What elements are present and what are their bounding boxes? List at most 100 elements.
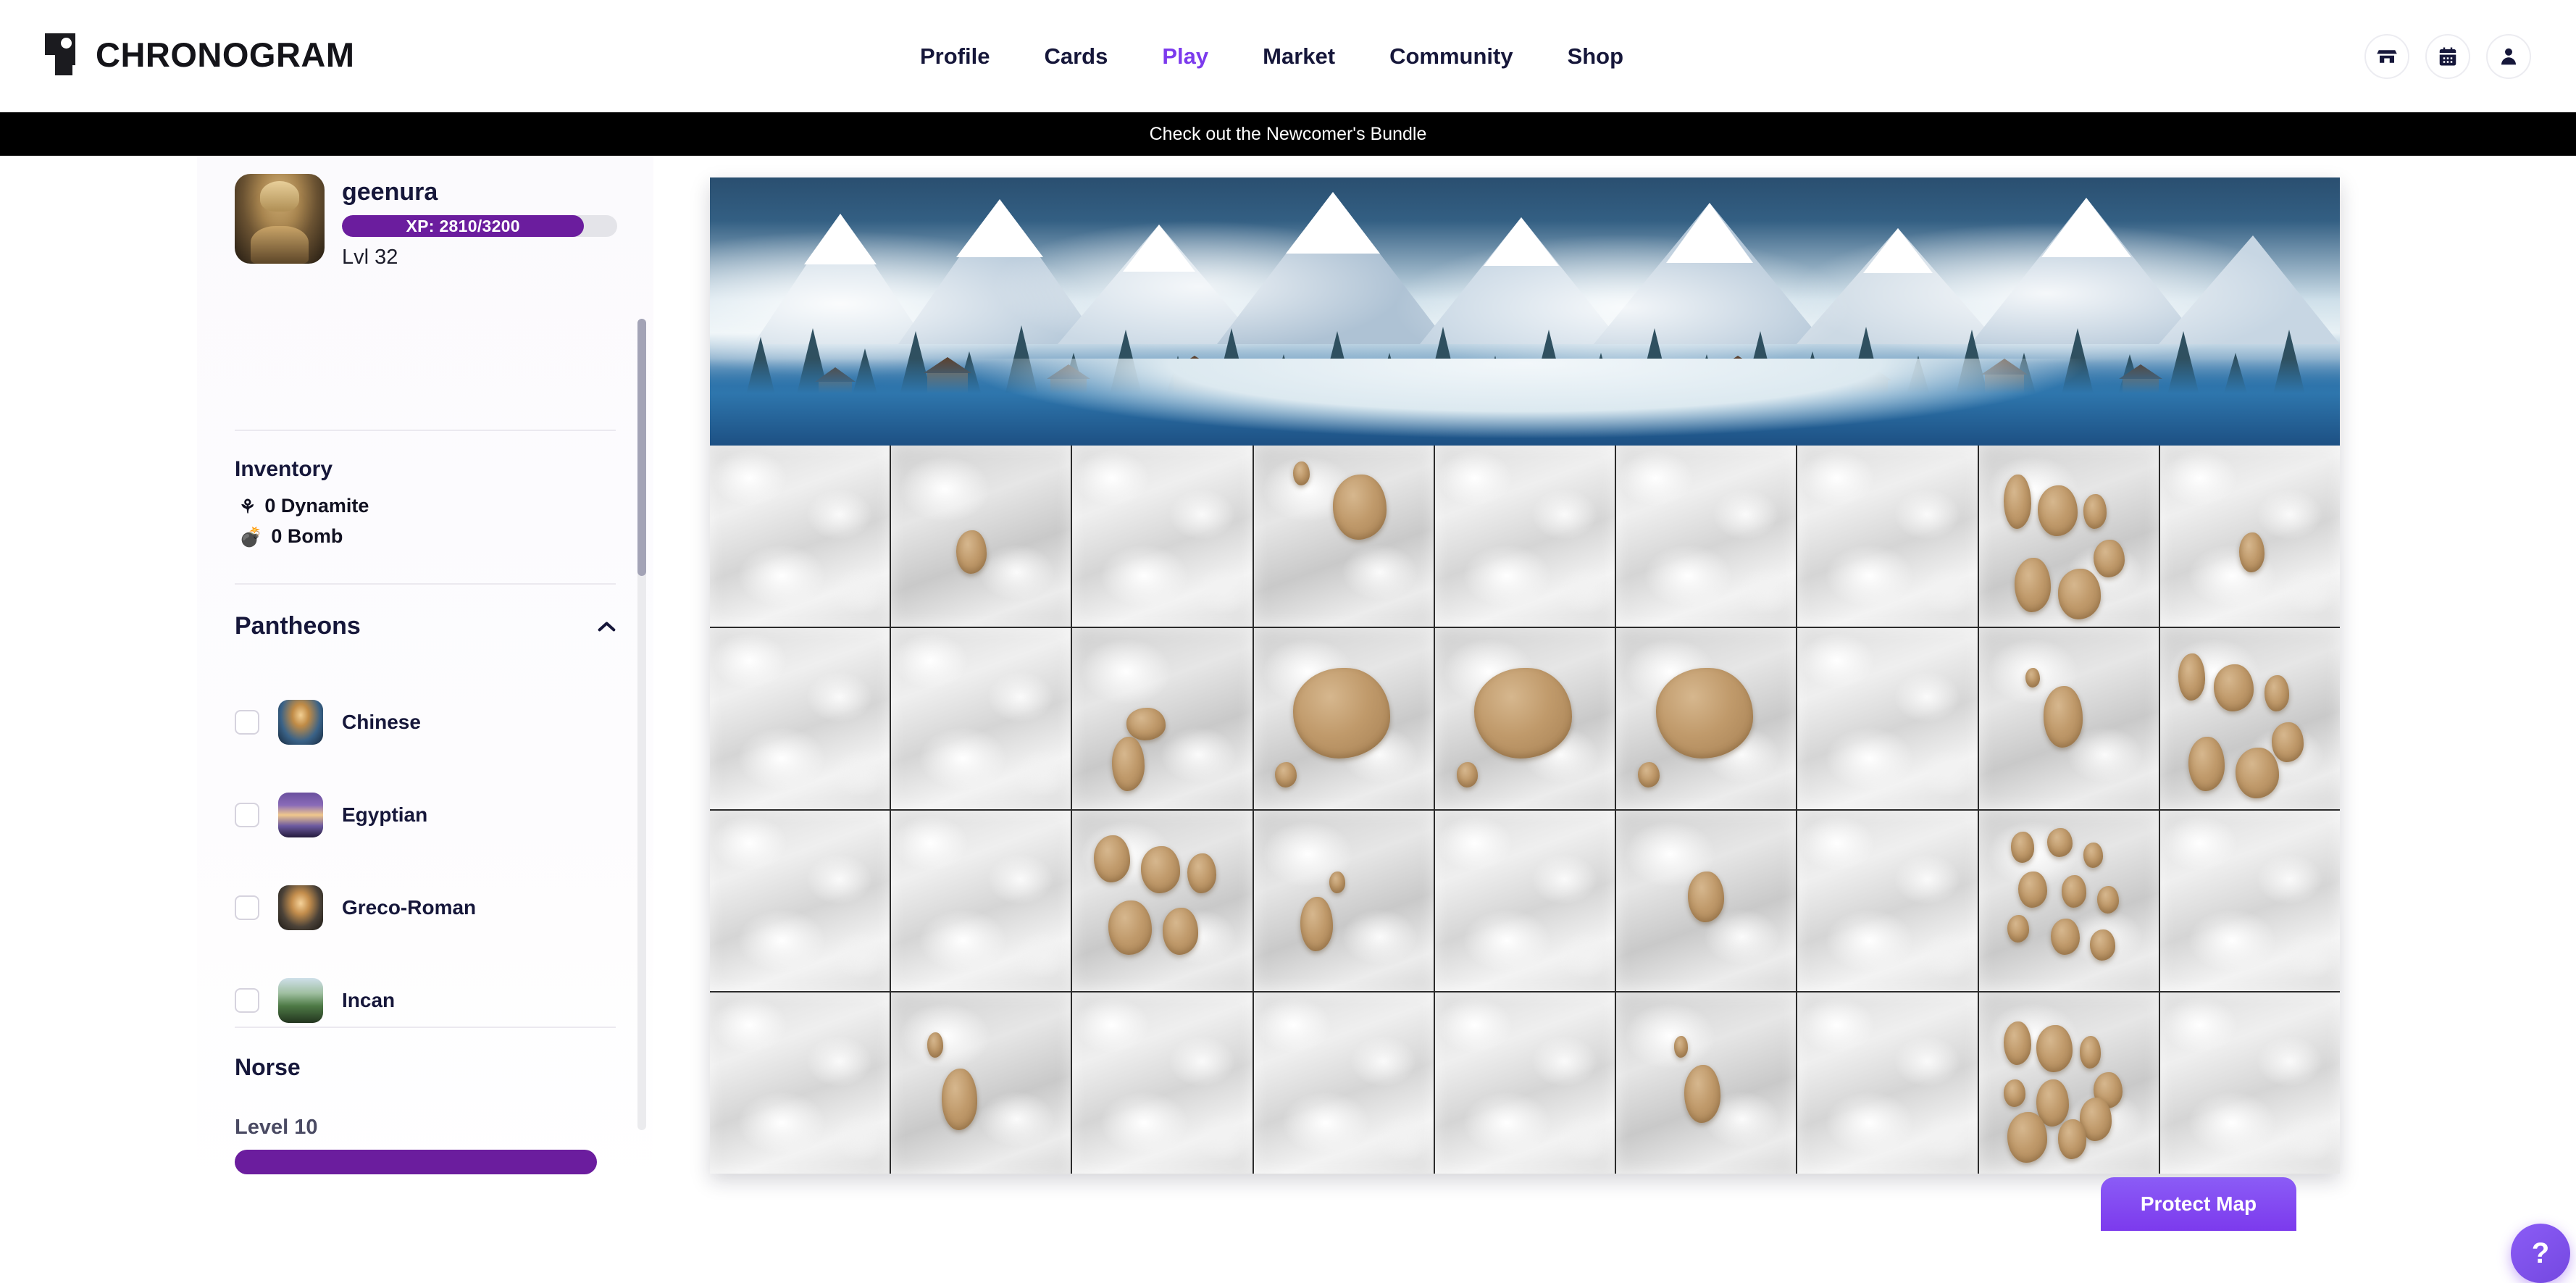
grid-cell-r1-c2[interactable] xyxy=(1072,627,1253,809)
pantheon-thumb-egyptian xyxy=(278,793,323,837)
main-nav-links: Profile Cards Play Market Community Shop xyxy=(920,0,1623,112)
dirt-patch xyxy=(1332,474,1387,540)
grid-cell-r1-c3[interactable] xyxy=(1253,627,1434,809)
dirt-patch xyxy=(2097,886,2120,914)
store-icon-button[interactable] xyxy=(2364,33,2409,79)
grid-cell-r2-c6[interactable] xyxy=(1797,810,1978,992)
dirt-patch xyxy=(2007,915,2030,943)
grid-cell-r3-c2[interactable] xyxy=(1072,992,1253,1174)
grid-cell-r1-c1[interactable] xyxy=(891,627,1071,809)
grid-cell-r3-c7[interactable] xyxy=(1978,992,2159,1174)
dirt-patch xyxy=(1300,897,1333,952)
shoreline xyxy=(710,359,2340,446)
dirt-patch xyxy=(1293,667,1391,758)
grid-cell-r0-c5[interactable] xyxy=(1616,446,1797,627)
grid-cell-r3-c1[interactable] xyxy=(891,992,1071,1174)
grid-cell-r1-c0[interactable] xyxy=(710,627,890,809)
chronogram-logo-icon xyxy=(45,33,84,75)
dirt-patch xyxy=(2057,568,2102,619)
protect-map-button[interactable]: Protect Map xyxy=(2101,1177,2296,1231)
grid-cell-r3-c3[interactable] xyxy=(1253,992,1434,1174)
dirt-patch xyxy=(955,530,987,574)
dirt-patch xyxy=(2083,494,2107,529)
nav-item-market[interactable]: Market xyxy=(1263,43,1335,70)
pantheons-header[interactable]: Pantheons xyxy=(235,612,616,640)
pantheon-checkbox-chinese[interactable] xyxy=(235,710,259,735)
chevron-up-icon[interactable] xyxy=(597,621,616,632)
inventory-item-bomb[interactable]: 💣 0 Bomb xyxy=(239,525,343,548)
grid-cell-r3-c0[interactable] xyxy=(710,992,890,1174)
xp-label: XP: 2810/3200 xyxy=(406,216,520,235)
help-button[interactable]: ? xyxy=(2511,1224,2570,1283)
nav-item-community[interactable]: Community xyxy=(1389,43,1513,70)
grid-cell-r0-c8[interactable] xyxy=(2159,446,2340,627)
grid-cell-r0-c3[interactable] xyxy=(1253,446,1434,627)
grid-cell-r3-c5[interactable] xyxy=(1616,992,1797,1174)
grid-cell-r1-c8[interactable] xyxy=(2159,627,2340,809)
grid-cell-r3-c8[interactable] xyxy=(2159,992,2340,1174)
pantheon-thumb-chinese xyxy=(278,700,323,745)
grid-cell-r2-c2[interactable] xyxy=(1072,810,1253,992)
dirt-patch xyxy=(2004,474,2031,529)
user-icon xyxy=(2501,48,2516,64)
dirt-patch xyxy=(2214,664,2254,711)
dirt-patch xyxy=(1140,846,1181,894)
inventory-item-dynamite[interactable]: ⚘ 0 Dynamite xyxy=(239,495,369,517)
brand-logo[interactable]: CHRONOGRAM xyxy=(45,33,354,75)
dirt-patch xyxy=(941,1069,978,1131)
grid-cell-r2-c1[interactable] xyxy=(891,810,1071,992)
level-label: Lvl 32 xyxy=(342,246,398,269)
grid-cell-r2-c4[interactable] xyxy=(1434,810,1615,992)
dirt-patch xyxy=(2018,872,2047,908)
avatar[interactable] xyxy=(235,174,325,264)
grid-cell-r0-c1[interactable] xyxy=(891,446,1071,627)
dirt-patch xyxy=(2050,919,2080,956)
xp-progress-bar: XP: 2810/3200 xyxy=(342,215,617,237)
dirt-patch xyxy=(2271,722,2304,762)
pantheon-checkbox-greco-roman[interactable] xyxy=(235,895,259,920)
pantheon-checkbox-incan[interactable] xyxy=(235,988,259,1013)
pantheon-item-incan[interactable]: Incan xyxy=(235,954,616,1047)
grid-cell-r3-c4[interactable] xyxy=(1434,992,1615,1174)
grid-cell-r2-c8[interactable] xyxy=(2159,810,2340,992)
norse-level-label: Level 10 xyxy=(235,1116,318,1139)
grid-cell-r0-c7[interactable] xyxy=(1978,446,2159,627)
dirt-patch xyxy=(1684,1065,1721,1124)
sidebar-divider-3 xyxy=(235,1027,616,1028)
grid-cell-r1-c4[interactable] xyxy=(1434,627,1615,809)
grid-cell-r0-c6[interactable] xyxy=(1797,446,1978,627)
dirt-patch xyxy=(1673,1036,1689,1058)
dirt-patch xyxy=(2090,929,2116,961)
calendar-icon-button[interactable] xyxy=(2425,33,2470,79)
dirt-patch xyxy=(2043,685,2083,748)
brand-name: CHRONOGRAM xyxy=(96,35,355,74)
promo-banner[interactable]: Check out the Newcomer's Bundle xyxy=(0,112,2576,156)
store-icon xyxy=(2377,49,2397,63)
inventory-title: Inventory xyxy=(235,457,333,481)
inventory-item-bomb-label: 0 Bomb xyxy=(271,525,343,547)
nav-item-shop[interactable]: Shop xyxy=(1568,43,1624,70)
grid-cell-r0-c2[interactable] xyxy=(1072,446,1253,627)
user-icon-button[interactable] xyxy=(2486,33,2531,79)
pantheon-item-greco-roman[interactable]: Greco-Roman xyxy=(235,861,616,954)
grid-cell-r1-c6[interactable] xyxy=(1797,627,1978,809)
nav-item-profile[interactable]: Profile xyxy=(920,43,990,70)
grid-cell-r2-c5[interactable] xyxy=(1616,810,1797,992)
grid-cell-r3-c6[interactable] xyxy=(1797,992,1978,1174)
grid-cell-r0-c4[interactable] xyxy=(1434,446,1615,627)
grid-cell-r1-c5[interactable] xyxy=(1616,627,1797,809)
pantheon-item-chinese[interactable]: Chinese xyxy=(235,676,616,769)
grid-cell-r2-c3[interactable] xyxy=(1253,810,1434,992)
nav-item-cards[interactable]: Cards xyxy=(1044,43,1108,70)
dig-grid xyxy=(710,446,2340,1174)
sidebar-scrollbar-track[interactable] xyxy=(637,319,646,1130)
pantheon-checkbox-egyptian[interactable] xyxy=(235,803,259,827)
grid-cell-r1-c7[interactable] xyxy=(1978,627,2159,809)
grid-cell-r2-c0[interactable] xyxy=(710,810,890,992)
nav-item-play[interactable]: Play xyxy=(1162,43,1208,70)
grid-cell-r0-c0[interactable] xyxy=(710,446,890,627)
dirt-patch xyxy=(2046,828,2073,858)
sidebar-scrollbar-thumb[interactable] xyxy=(637,319,646,576)
pantheon-item-egyptian[interactable]: Egyptian xyxy=(235,769,616,861)
grid-cell-r2-c7[interactable] xyxy=(1978,810,2159,992)
